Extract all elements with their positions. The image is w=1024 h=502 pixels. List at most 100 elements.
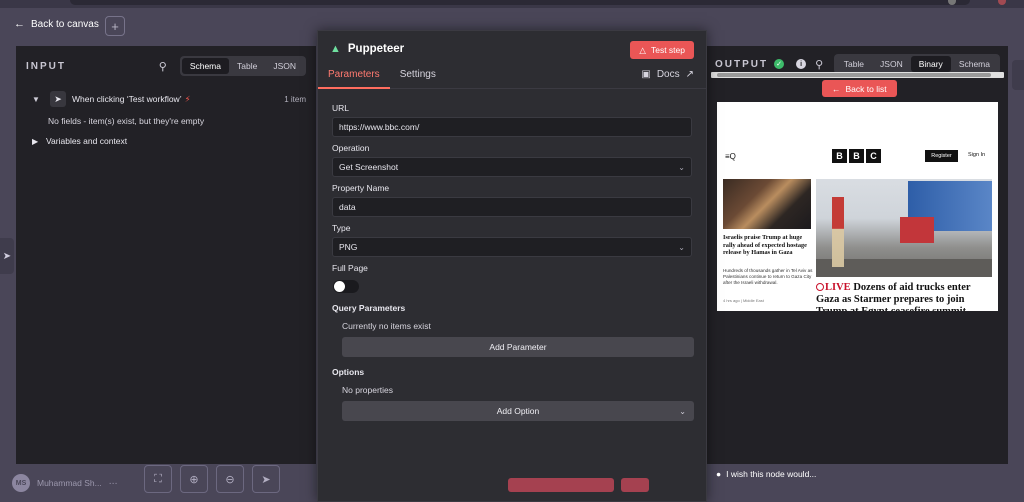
logo-letter: C [866, 149, 881, 163]
lightbulb-icon: ● [716, 469, 722, 479]
screenshot-preview: ≡Q B B C Register Sign In Israelis prais… [717, 102, 998, 311]
top-status-dot [998, 0, 1006, 5]
bbc-logo: B B C [832, 149, 881, 163]
query-empty-note: Currently no items exist [342, 321, 431, 331]
docs-link[interactable]: ▣ Docs ↗ [641, 69, 694, 80]
register-button: Register [925, 150, 958, 162]
arrow-left-icon: ← [832, 83, 841, 94]
output-tab-binary[interactable]: Binary [910, 56, 951, 72]
logo-letter: B [849, 149, 864, 163]
live-label: LIVE [825, 282, 851, 293]
add-parameter-button[interactable]: Add Parameter [342, 337, 694, 357]
search-icon[interactable]: ⚲ [812, 58, 826, 71]
back-to-canvas-label: Back to canvas [31, 18, 99, 30]
full-page-label: Full Page [332, 263, 368, 273]
flask-icon: △ [639, 44, 646, 55]
user-menu[interactable]: MS Muhammad Sh... ⋯ [12, 474, 117, 492]
zoom-out-icon[interactable]: ⊖ [216, 465, 244, 493]
variables-context-label: Variables and context [46, 136, 128, 146]
cube-icon: ▣ [641, 69, 651, 80]
top-strip [0, 0, 1024, 8]
options-label: Options [332, 367, 365, 377]
full-page-toggle[interactable] [333, 280, 359, 293]
output-tab-json[interactable]: JSON [872, 56, 911, 72]
menu-search-icon: ≡Q [725, 152, 736, 161]
type-select[interactable]: PNG ⌄ [332, 237, 692, 257]
back-to-list-button[interactable]: ← Back to list [822, 80, 897, 97]
lightning-icon: ⚡ [184, 93, 191, 104]
docs-label: Docs [656, 69, 680, 80]
property-name-value: data [339, 202, 356, 212]
chevron-right-icon[interactable]: ▶ [32, 137, 46, 146]
parameters-form: URL https://www.bbc.com/ Operation Get S… [318, 89, 706, 421]
delete-button[interactable] [621, 478, 649, 492]
zoom-in-icon[interactable]: ⊕ [180, 465, 208, 493]
url-value: https://www.bbc.com/ [339, 122, 420, 132]
user-name: Muhammad Sh... [37, 478, 102, 488]
bbc-header: ≡Q B B C Register Sign In [717, 148, 998, 164]
left-story-meta: 4 hrs ago | Middle East [723, 298, 764, 303]
chevron-down-icon: ⌄ [679, 406, 686, 416]
add-option-label: Add Option [496, 406, 540, 416]
operation-label: Operation [332, 143, 370, 153]
logo-letter: B [832, 149, 847, 163]
empty-fields-note: No fields - item(s) exist, but they're e… [48, 116, 205, 126]
operation-select[interactable]: Get Screenshot ⌄ [332, 157, 692, 177]
input-view-switch: Schema Table JSON [179, 56, 306, 76]
test-step-button[interactable]: △ Test step [630, 41, 694, 59]
node-name-label[interactable]: Puppeteer [348, 43, 404, 55]
input-tab-json[interactable]: JSON [265, 58, 304, 74]
add-option-button[interactable]: Add Option ⌄ [342, 401, 694, 421]
tab-parameters[interactable]: Parameters [318, 67, 390, 89]
test-workflow-button[interactable] [508, 478, 614, 492]
back-to-list-label: Back to list [845, 83, 887, 94]
fit-view-icon[interactable]: ⛶ [144, 465, 172, 493]
info-icon[interactable]: i [796, 59, 807, 69]
chevron-down-icon: ⌄ [678, 162, 685, 172]
output-view-switch: Table JSON Binary Schema [833, 54, 1000, 74]
type-label: Type [332, 223, 351, 233]
variables-context-row[interactable]: ▶ Variables and context [16, 132, 316, 150]
cursor-icon[interactable]: ➤ [252, 465, 280, 493]
output-tab-schema[interactable]: Schema [951, 56, 998, 72]
arrow-left-icon: ← [14, 18, 25, 30]
right-edge-handle[interactable] [1012, 60, 1024, 90]
type-value: PNG [339, 242, 358, 252]
item-count: 1 item [284, 94, 306, 104]
output-panel-title: OUTPUT [715, 58, 769, 70]
chevron-down-icon: ⌄ [678, 242, 685, 252]
scrollbar-thumb[interactable] [717, 73, 991, 77]
node-title: ▲ Puppeteer [330, 43, 404, 55]
live-icon [816, 283, 824, 291]
main-story-image [816, 179, 992, 277]
add-node-button[interactable]: + [105, 16, 125, 36]
sign-in-link: Sign In [968, 152, 986, 158]
output-tab-table[interactable]: Table [836, 56, 872, 72]
input-tab-schema[interactable]: Schema [181, 58, 229, 74]
input-tab-table[interactable]: Table [229, 58, 265, 74]
feedback-link[interactable]: ● I wish this node would... [716, 469, 816, 479]
back-to-canvas-link[interactable]: ← Back to canvas [14, 15, 99, 33]
input-panel-title: INPUT [26, 60, 66, 72]
horizontal-scrollbar[interactable] [711, 72, 1004, 78]
cursor-icon[interactable]: ➤ [0, 238, 14, 274]
modal-tabs: Parameters Settings [318, 67, 446, 89]
top-bar [70, 0, 970, 5]
plus-icon: + [111, 18, 119, 34]
output-panel: OUTPUT ✓ i ⚲ Table JSON Binary Schema ← … [707, 46, 1008, 464]
trigger-node-row[interactable]: ▼ ➤ When clicking ‘Test workflow’ ⚡ 1 it… [16, 88, 316, 110]
search-icon[interactable]: ⚲ [156, 60, 170, 73]
feedback-label: I wish this node would... [726, 469, 817, 479]
node-settings-modal: ▲ Puppeteer △ Test step Parameters Setti… [317, 30, 707, 502]
success-check-icon: ✓ [774, 59, 785, 69]
toggle-knob [334, 281, 345, 292]
chevron-down-icon[interactable]: ▼ [32, 95, 44, 104]
property-name-input[interactable]: data [332, 197, 692, 217]
tab-settings[interactable]: Settings [390, 67, 446, 89]
more-icon[interactable]: ⋯ [109, 478, 118, 489]
left-story-summary: Hundreds of thousands gather in Tel Aviv… [723, 268, 813, 285]
test-step-label: Test step [650, 45, 685, 55]
canvas-toolbar: ⛶ ⊕ ⊖ ➤ [144, 465, 280, 493]
input-panel-header: INPUT ⚲ Schema Table JSON [16, 46, 316, 86]
url-input[interactable]: https://www.bbc.com/ [332, 117, 692, 137]
